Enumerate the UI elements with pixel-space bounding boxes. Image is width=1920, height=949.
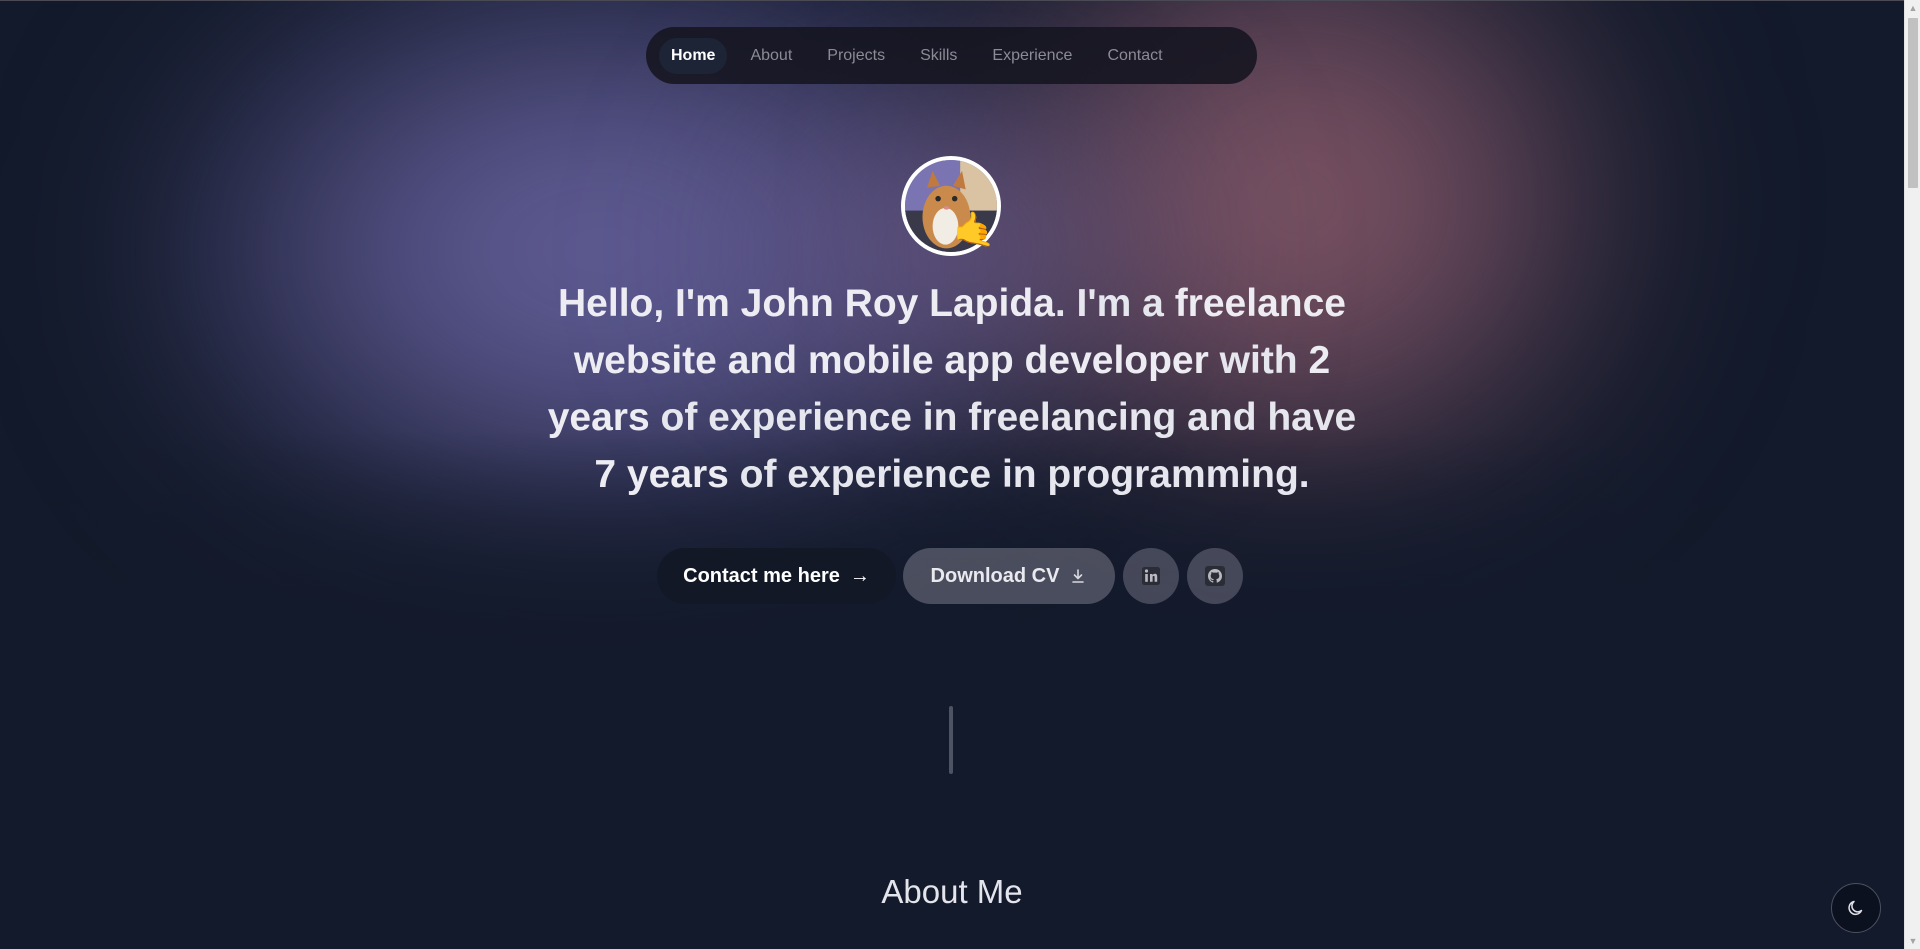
page: Home About Projects Skills Experience Co…: [0, 0, 1904, 949]
download-cv-button[interactable]: Download CV: [903, 548, 1115, 604]
nav-item-contact[interactable]: Contact: [1095, 38, 1174, 74]
top-nav: Home About Projects Skills Experience Co…: [646, 27, 1257, 84]
theme-toggle-button[interactable]: [1831, 883, 1881, 933]
github-icon: [1205, 566, 1225, 586]
about-section-title: About Me: [881, 873, 1023, 910]
nav-item-skills[interactable]: Skills: [908, 38, 969, 74]
hero-text-2: with: [1208, 339, 1309, 382]
hero-name: Hello, I'm John Roy Lapida: [558, 282, 1055, 325]
nav-item-home[interactable]: Home: [659, 37, 728, 74]
scrollbar-thumb[interactable]: [1908, 18, 1918, 188]
linkedin-button[interactable]: [1123, 548, 1179, 604]
thumbs-up-emoji-icon: 🤙: [953, 211, 996, 249]
download-cv-label: Download CV: [930, 564, 1060, 587]
moon-icon: [1848, 900, 1863, 916]
nav-item-projects[interactable]: Projects: [815, 38, 897, 74]
hero-text-1: . I'm a: [1054, 282, 1175, 325]
hero-text-3: of experience in freelancing and have: [649, 396, 1357, 439]
linkedin-icon: [1142, 567, 1160, 585]
nav-item-experience[interactable]: Experience: [980, 38, 1084, 74]
hero-text-4: of experience in programming.: [728, 453, 1310, 496]
scroll-up-icon[interactable]: ▲: [1905, 0, 1920, 16]
scroll-down-icon[interactable]: ▼: [1905, 933, 1920, 949]
contact-button-label: Contact me here: [683, 564, 840, 587]
background-fade: [0, 431, 1904, 949]
download-icon: [1072, 569, 1085, 583]
hero-years-programming: 7 years: [594, 453, 729, 496]
page-scrollbar[interactable]: ▲ ▼: [1904, 0, 1920, 949]
github-button[interactable]: [1187, 548, 1243, 604]
nav-item-about[interactable]: About: [738, 38, 804, 74]
hero-intro: Hello, I'm John Roy Lapida. I'm a freela…: [540, 275, 1364, 503]
contact-button[interactable]: Contact me here →: [657, 548, 896, 604]
scroll-indicator: [949, 706, 953, 774]
arrow-right-icon: →: [849, 564, 870, 587]
